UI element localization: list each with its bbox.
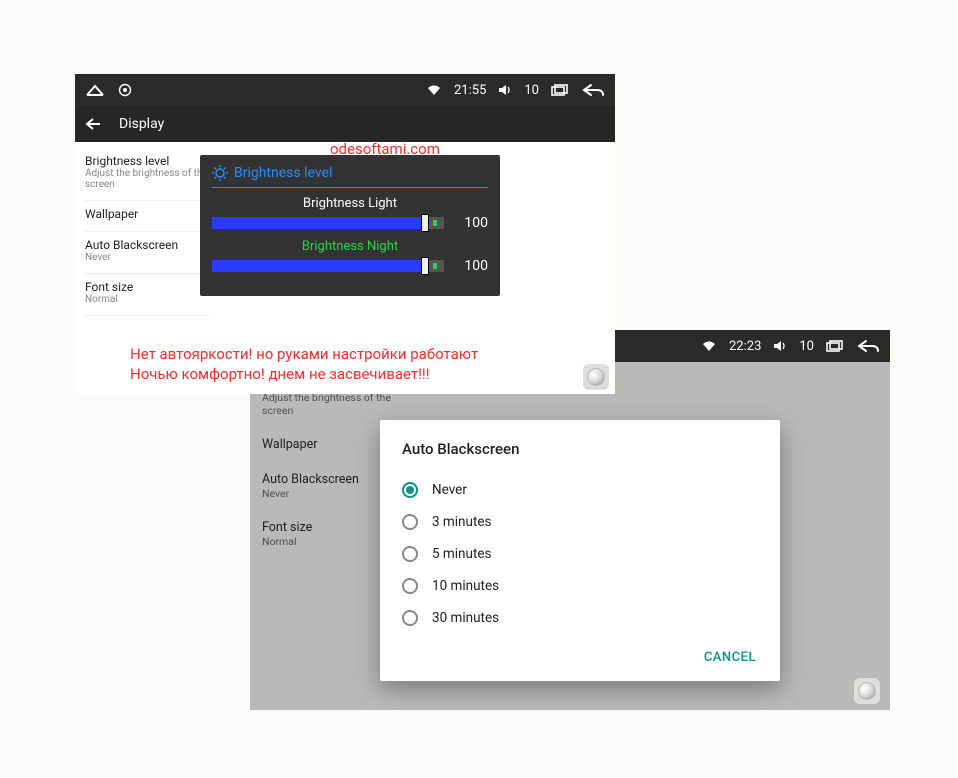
radio-3min[interactable]: 3 minutes [402,506,758,538]
radio-icon [402,610,418,626]
radio-5min[interactable]: 5 minutes [402,538,758,570]
volume-icon[interactable] [498,84,512,96]
wifi-icon [426,84,442,96]
status-bar: 21:55 10 [75,74,615,106]
slider-value: 100 [454,258,488,274]
setting-row-fontsize[interactable]: Font size Normal [85,274,210,316]
brightness-light-slider[interactable]: 100 [212,215,488,231]
brightness-dialog: Brightness level Brightness Light 100 Br… [200,155,500,296]
slider-value: 100 [454,215,488,231]
radio-label: 5 minutes [432,546,492,562]
recents-icon[interactable] [551,84,569,96]
annotation-line-1: Нет автояркости! но руками настройки раб… [130,344,478,364]
dialog-title-row: Brightness level [212,165,488,188]
cancel-button[interactable]: CANCEL [702,644,758,671]
radio-30min[interactable]: 30 minutes [402,602,758,634]
back-arrow-icon[interactable] [85,117,101,131]
assistive-touch-button[interactable] [854,678,880,704]
status-volume: 10 [799,339,814,354]
dialog-title: Brightness level [234,165,332,181]
back-icon[interactable] [856,339,880,353]
setting-row-wallpaper[interactable]: Wallpaper [85,201,210,232]
annotation-text: Нет автояркости! но руками настройки раб… [130,344,478,384]
radio-label: Never [432,482,467,498]
watermark-text: odesoftami.com [330,140,440,158]
assistive-touch-button[interactable] [583,364,609,390]
setting-row-brightness[interactable]: Brightness level Adjust the brightness o… [85,148,210,201]
gear-icon[interactable] [117,82,133,98]
radio-icon [402,546,418,562]
status-volume: 10 [524,83,539,98]
recents-icon[interactable] [826,340,844,352]
radio-10min[interactable]: 10 minutes [402,570,758,602]
slider-track[interactable] [212,260,444,272]
back-icon[interactable] [581,83,605,97]
radio-label: 3 minutes [432,514,492,530]
brightness-light-label: Brightness Light [212,196,488,211]
brightness-night-label: Brightness Night [212,239,488,254]
dialog-title: Auto Blackscreen [402,440,758,458]
app-bar-title: Display [119,116,164,132]
radio-label: 30 minutes [432,610,499,626]
volume-icon[interactable] [773,340,787,352]
slider-track[interactable] [212,217,444,229]
app-bar: Display [75,106,615,142]
home-icon[interactable] [85,83,105,97]
setting-row-blackscreen[interactable]: Auto Blackscreen Never [85,232,210,274]
radio-icon-selected [402,482,418,498]
radio-label: 10 minutes [432,578,499,594]
status-time: 21:55 [454,83,486,98]
radio-icon [402,514,418,530]
radio-never[interactable]: Never [402,474,758,506]
annotation-line-2: Ночью комфортно! днем не засвечивает!!! [130,364,478,384]
auto-blackscreen-dialog: Auto Blackscreen Never 3 minutes 5 minut… [380,420,780,681]
wifi-icon [701,340,717,352]
radio-icon [402,578,418,594]
brightness-night-slider[interactable]: 100 [212,258,488,274]
brightness-icon [212,165,228,181]
status-time: 22:23 [729,339,761,354]
